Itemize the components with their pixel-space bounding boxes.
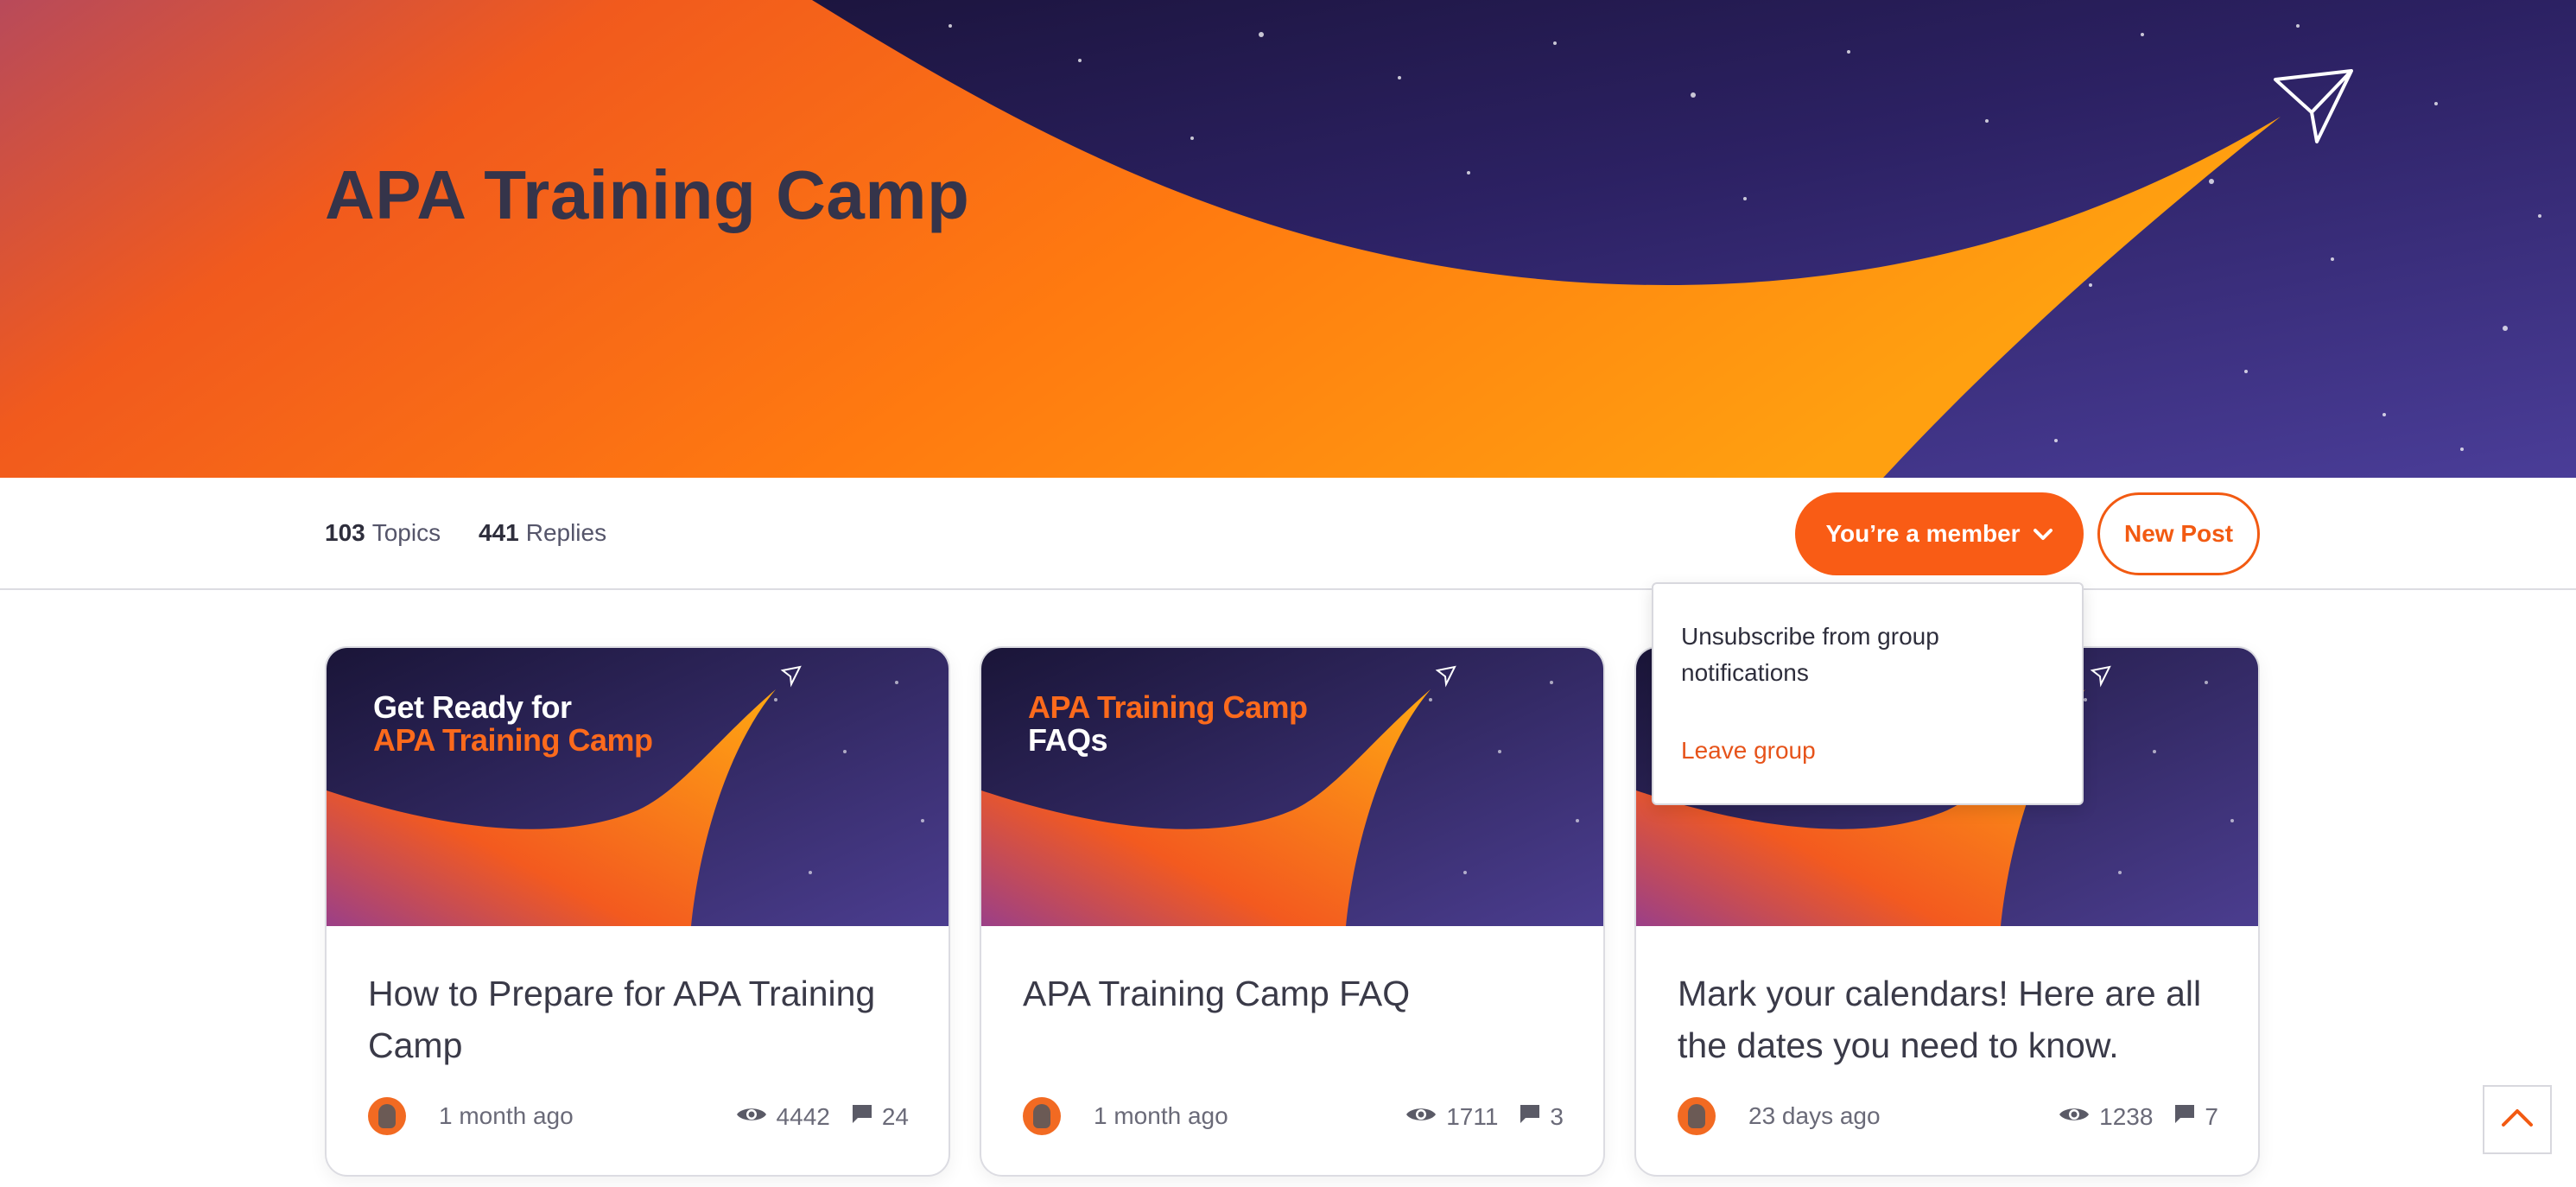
membership-button[interactable]: You’re a member: [1795, 492, 2084, 575]
comment-icon: [851, 1102, 873, 1131]
membership-dropdown-menu: Unsubscribe from group notifications Lea…: [1652, 582, 2084, 805]
card-counts: 1711 3: [1405, 1102, 1564, 1131]
scroll-to-top-button[interactable]: [2483, 1085, 2552, 1154]
group-title: APA Training Camp: [325, 156, 970, 233]
topic-card[interactable]: Get Ready for APA Training Camp How to P…: [325, 646, 950, 1177]
eye-icon: [1405, 1103, 1437, 1131]
unsubscribe-menu-item[interactable]: Unsubscribe from group notifications: [1681, 619, 2044, 691]
comment-icon: [1519, 1102, 1541, 1131]
eye-icon: [2058, 1103, 2091, 1131]
author-avatar[interactable]: [368, 1097, 406, 1135]
chevron-up-icon: [2500, 1108, 2535, 1133]
replies-count: 441: [479, 519, 519, 546]
membership-label: You’re a member: [1825, 520, 2021, 547]
post-time: 23 days ago: [1748, 1102, 1881, 1129]
card-banner-line2: FAQs: [1028, 722, 1108, 758]
card-title[interactable]: How to Prepare for APA Training Camp: [368, 968, 921, 1071]
hero-background: [0, 0, 2576, 478]
card-counts: 4442 24: [735, 1102, 909, 1131]
replies-label: Replies: [525, 519, 607, 546]
leave-group-menu-item[interactable]: Leave group: [1681, 733, 1816, 769]
card-meta: 23 days ago 1238 7: [1678, 1097, 2218, 1137]
card-banner-image: Get Ready for APA Training Camp: [327, 648, 949, 926]
hero-banner: APA Training Camp: [0, 0, 2576, 478]
card-title[interactable]: APA Training Camp FAQ: [1023, 968, 1576, 1019]
card-counts: 1238 7: [2058, 1102, 2218, 1131]
card-title[interactable]: Mark your calendars! Here are all the da…: [1678, 968, 2230, 1071]
view-count: 4442: [776, 1102, 830, 1130]
author-avatar[interactable]: [1678, 1097, 1716, 1135]
view-count: 1711: [1446, 1102, 1499, 1130]
card-banner-image: APA Training Camp FAQs: [981, 648, 1603, 926]
topics-count: 103: [325, 519, 365, 546]
card-banner-line1: Get Ready for: [373, 689, 572, 725]
card-banner-line1: APA Training Camp: [1028, 689, 1308, 725]
card-banner-line2: APA Training Camp: [373, 722, 653, 758]
author-avatar[interactable]: [1023, 1097, 1061, 1135]
replies-stat: 441 Replies: [479, 519, 606, 547]
comment-count: 24: [881, 1102, 909, 1130]
card-meta: 1 month ago 1711 3: [1023, 1097, 1564, 1137]
eye-icon: [735, 1103, 768, 1131]
chevron-down-icon: [2033, 520, 2053, 548]
card-meta: 1 month ago 4442 24: [368, 1097, 909, 1137]
topics-stat: 103 Topics: [325, 519, 441, 547]
post-time: 1 month ago: [1094, 1102, 1228, 1129]
new-post-button[interactable]: New Post: [2097, 492, 2260, 575]
view-count: 1238: [2099, 1102, 2154, 1130]
topic-card[interactable]: APA Training Camp FAQs APA Training Camp…: [980, 646, 1605, 1177]
post-time: 1 month ago: [439, 1102, 574, 1129]
comment-count: 3: [1550, 1102, 1564, 1130]
comment-icon: [2173, 1102, 2196, 1131]
comment-count: 7: [2205, 1102, 2218, 1130]
topics-label: Topics: [371, 519, 441, 546]
